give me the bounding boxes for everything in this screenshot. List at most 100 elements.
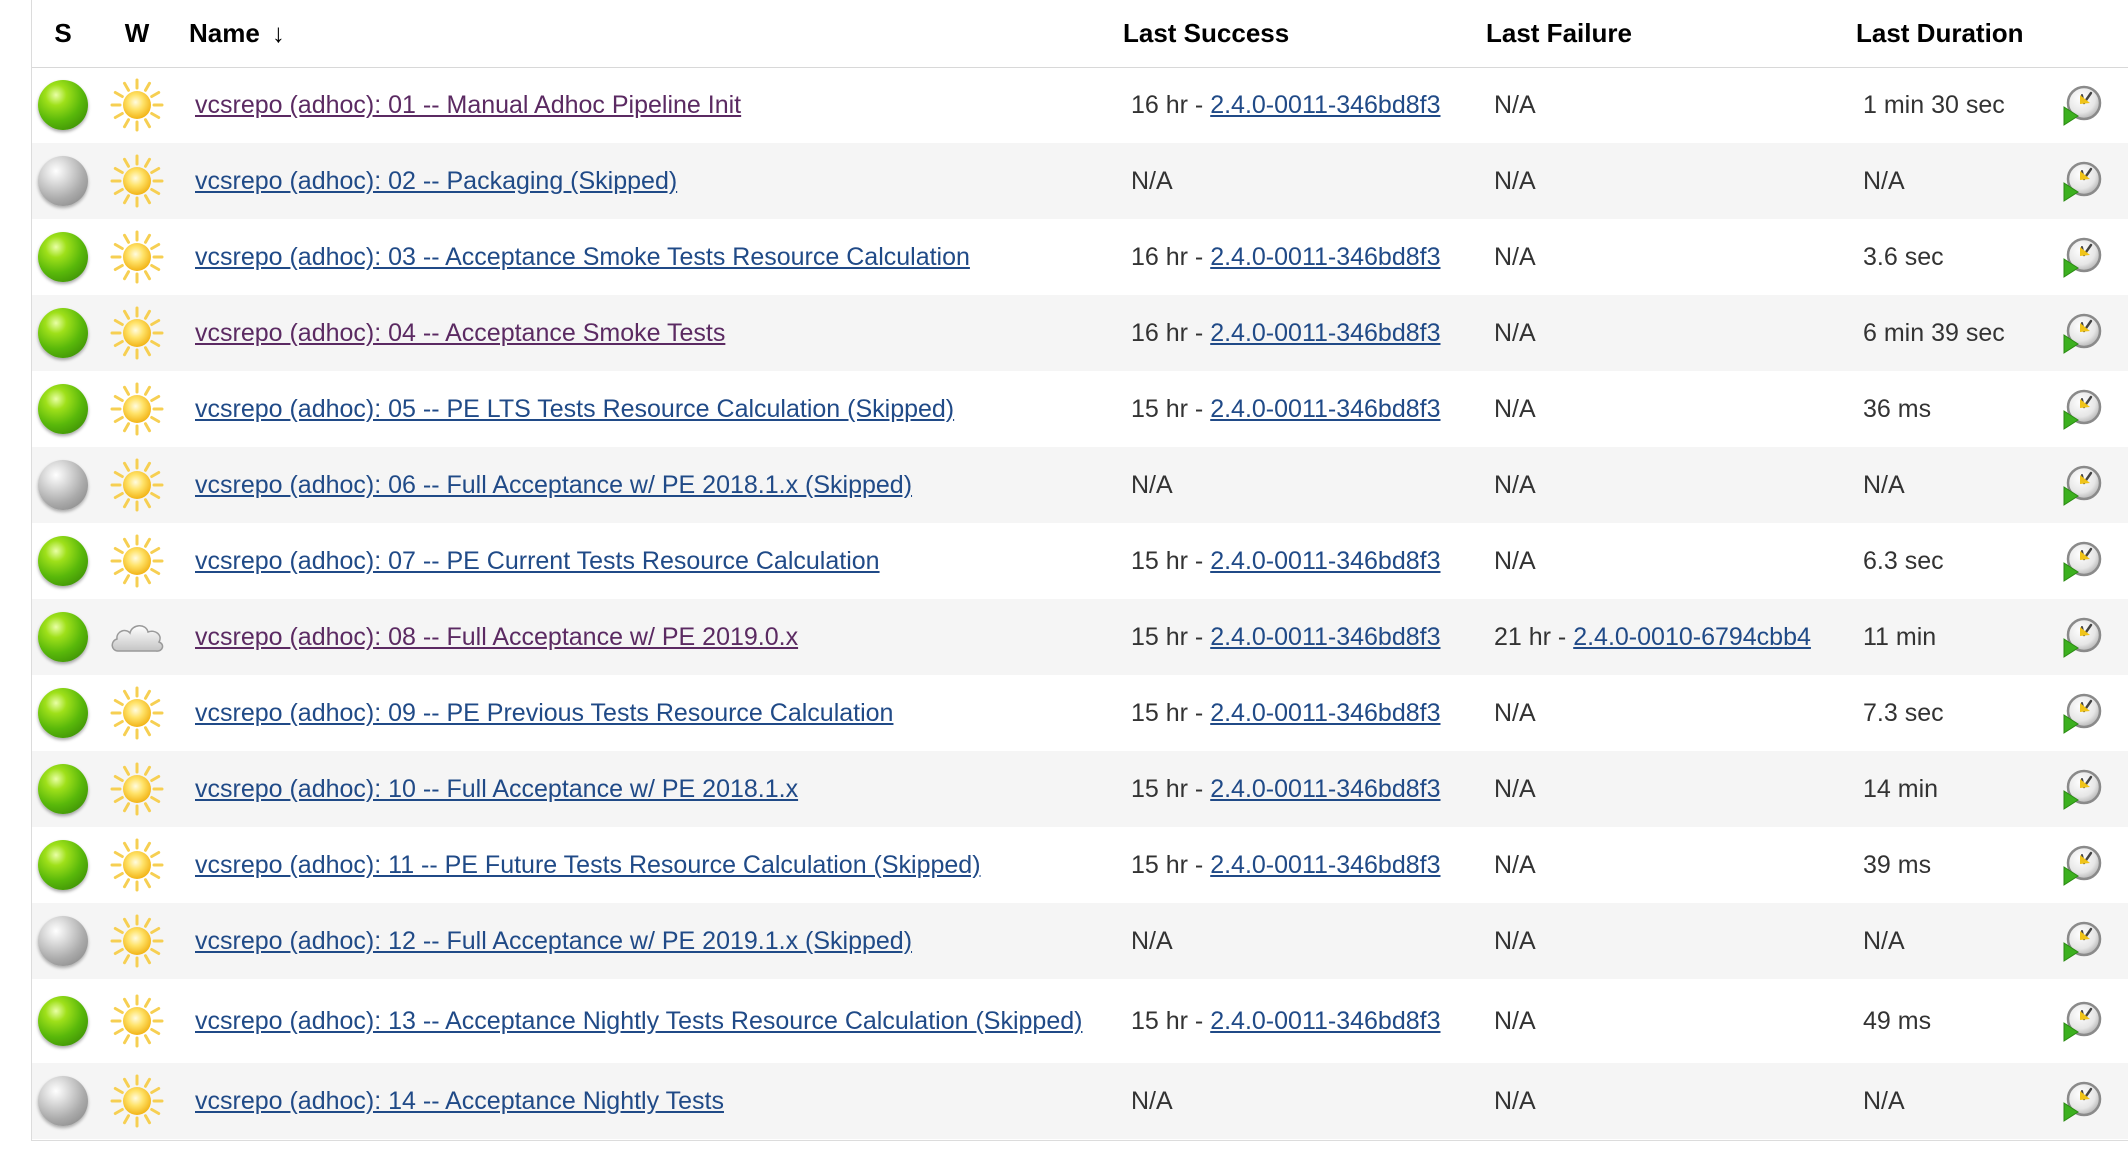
status-cell bbox=[32, 979, 94, 1063]
job-link[interactable]: vcsrepo (adhoc): 04 -- Acceptance Smoke … bbox=[195, 319, 725, 347]
column-header-name[interactable]: Name ↓ bbox=[180, 0, 1123, 68]
status-success-ball-icon[interactable] bbox=[38, 996, 88, 1046]
action-cell bbox=[2034, 371, 2128, 447]
schedule-build-icon[interactable] bbox=[2060, 539, 2104, 583]
schedule-build-icon[interactable] bbox=[2060, 919, 2104, 963]
weather-sunny-icon[interactable] bbox=[110, 762, 164, 816]
schedule-build-icon[interactable] bbox=[2060, 767, 2104, 811]
weather-sunny-icon[interactable] bbox=[110, 1074, 164, 1128]
column-header-last-failure[interactable]: Last Failure bbox=[1477, 0, 1841, 68]
status-cell bbox=[32, 295, 94, 371]
build-link[interactable]: 2.4.0-0011-346bd8f3 bbox=[1210, 395, 1440, 423]
status-not-built-ball-icon[interactable] bbox=[38, 460, 88, 510]
schedule-build-icon[interactable] bbox=[2060, 387, 2104, 431]
weather-sunny-icon[interactable] bbox=[110, 306, 164, 360]
action-cell bbox=[2034, 827, 2128, 903]
status-success-ball-icon[interactable] bbox=[38, 80, 88, 131]
weather-sunny-icon[interactable] bbox=[110, 458, 164, 512]
weather-sunny-icon[interactable] bbox=[110, 914, 164, 968]
job-link[interactable]: vcsrepo (adhoc): 07 -- PE Current Tests … bbox=[195, 547, 880, 575]
weather-sunny-icon[interactable] bbox=[110, 838, 164, 892]
status-not-built-ball-icon[interactable] bbox=[38, 1076, 88, 1126]
job-link[interactable]: vcsrepo (adhoc): 06 -- Full Acceptance w… bbox=[195, 471, 912, 499]
weather-cell bbox=[94, 219, 180, 295]
duration-text: N/A bbox=[1863, 926, 1905, 955]
job-link[interactable]: vcsrepo (adhoc): 11 -- PE Future Tests R… bbox=[195, 851, 981, 879]
schedule-build-icon[interactable] bbox=[2060, 83, 2104, 127]
weather-sunny-icon[interactable] bbox=[110, 154, 164, 208]
status-success-ball-icon[interactable] bbox=[38, 840, 88, 890]
schedule-build-icon[interactable] bbox=[2060, 1079, 2104, 1123]
status-success-ball-icon[interactable] bbox=[38, 764, 88, 814]
column-header-last-duration[interactable]: Last Duration bbox=[1841, 0, 2034, 68]
status-not-built-ball-icon[interactable] bbox=[38, 156, 88, 206]
table-row: vcsrepo (adhoc): 07 -- PE Current Tests … bbox=[32, 523, 2128, 599]
job-name-cell: vcsrepo (adhoc): 03 -- Acceptance Smoke … bbox=[180, 219, 1123, 295]
build-link[interactable]: 2.4.0-0011-346bd8f3 bbox=[1210, 623, 1440, 651]
build-age: 15 hr - bbox=[1131, 546, 1211, 575]
status-success-ball-icon[interactable] bbox=[38, 688, 88, 738]
column-header-status[interactable]: S bbox=[32, 0, 94, 68]
na-text: N/A bbox=[1494, 774, 1536, 803]
build-link[interactable]: 2.4.0-0011-346bd8f3 bbox=[1210, 319, 1440, 347]
job-link[interactable]: vcsrepo (adhoc): 01 -- Manual Adhoc Pipe… bbox=[195, 91, 741, 119]
status-success-ball-icon[interactable] bbox=[38, 232, 88, 282]
weather-sunny-icon[interactable] bbox=[110, 78, 164, 132]
build-link[interactable]: 2.4.0-0010-6794cbb4 bbox=[1573, 623, 1811, 651]
schedule-build-icon[interactable] bbox=[2060, 235, 2104, 279]
last-failure-cell: N/A bbox=[1477, 371, 1841, 447]
status-success-ball-icon[interactable] bbox=[38, 612, 88, 662]
action-cell bbox=[2034, 1063, 2128, 1139]
column-header-last-success[interactable]: Last Success bbox=[1123, 0, 1477, 68]
action-cell bbox=[2034, 979, 2128, 1063]
weather-sunny-icon[interactable] bbox=[110, 382, 164, 436]
schedule-build-icon[interactable] bbox=[2060, 999, 2104, 1043]
status-success-ball-icon[interactable] bbox=[38, 536, 88, 586]
build-link[interactable]: 2.4.0-0011-346bd8f3 bbox=[1210, 243, 1440, 271]
schedule-build-icon[interactable] bbox=[2060, 691, 2104, 735]
job-name-cell: vcsrepo (adhoc): 09 -- PE Previous Tests… bbox=[180, 675, 1123, 751]
duration-text: 49 ms bbox=[1863, 1006, 1932, 1035]
build-link[interactable]: 2.4.0-0011-346bd8f3 bbox=[1210, 699, 1440, 727]
column-header-weather[interactable]: W bbox=[94, 0, 180, 68]
schedule-build-icon[interactable] bbox=[2060, 159, 2104, 203]
job-link[interactable]: vcsrepo (adhoc): 12 -- Full Acceptance w… bbox=[195, 927, 912, 955]
job-link[interactable]: vcsrepo (adhoc): 13 -- Acceptance Nightl… bbox=[195, 1007, 1082, 1035]
status-cell bbox=[32, 219, 94, 295]
schedule-build-icon[interactable] bbox=[2060, 615, 2104, 659]
last-duration-cell: 6.3 sec bbox=[1841, 523, 2034, 599]
status-success-ball-icon[interactable] bbox=[38, 384, 88, 434]
build-link[interactable]: 2.4.0-0011-346bd8f3 bbox=[1210, 851, 1440, 879]
build-link[interactable]: 2.4.0-0011-346bd8f3 bbox=[1210, 1007, 1440, 1035]
job-link[interactable]: vcsrepo (adhoc): 03 -- Acceptance Smoke … bbox=[195, 243, 970, 271]
weather-sunny-icon[interactable] bbox=[110, 686, 164, 740]
weather-sunny-icon[interactable] bbox=[110, 534, 164, 588]
schedule-build-icon[interactable] bbox=[2060, 463, 2104, 507]
last-success-cell: 15 hr - 2.4.0-0011-346bd8f3 bbox=[1123, 827, 1477, 903]
weather-cell bbox=[94, 523, 180, 599]
weather-cloudy-icon[interactable] bbox=[108, 622, 166, 652]
job-link[interactable]: vcsrepo (adhoc): 09 -- PE Previous Tests… bbox=[195, 699, 893, 727]
last-failure-cell: N/A bbox=[1477, 827, 1841, 903]
status-success-ball-icon[interactable] bbox=[38, 308, 88, 358]
job-link[interactable]: vcsrepo (adhoc): 14 -- Acceptance Nightl… bbox=[195, 1087, 724, 1115]
status-cell bbox=[32, 1063, 94, 1139]
build-link[interactable]: 2.4.0-0011-346bd8f3 bbox=[1210, 91, 1440, 119]
last-duration-cell: N/A bbox=[1841, 1063, 2034, 1139]
build-link[interactable]: 2.4.0-0011-346bd8f3 bbox=[1210, 547, 1440, 575]
schedule-build-icon[interactable] bbox=[2060, 843, 2104, 887]
weather-cell bbox=[94, 447, 180, 523]
weather-sunny-icon[interactable] bbox=[110, 994, 164, 1048]
job-link[interactable]: vcsrepo (adhoc): 02 -- Packaging (Skippe… bbox=[195, 167, 677, 195]
weather-sunny-icon[interactable] bbox=[110, 230, 164, 284]
job-name-cell: vcsrepo (adhoc): 02 -- Packaging (Skippe… bbox=[180, 143, 1123, 219]
job-link[interactable]: vcsrepo (adhoc): 05 -- PE LTS Tests Reso… bbox=[195, 395, 954, 423]
status-not-built-ball-icon[interactable] bbox=[38, 916, 88, 966]
status-cell bbox=[32, 903, 94, 979]
job-link[interactable]: vcsrepo (adhoc): 08 -- Full Acceptance w… bbox=[195, 623, 798, 651]
job-link[interactable]: vcsrepo (adhoc): 10 -- Full Acceptance w… bbox=[195, 775, 798, 803]
status-cell bbox=[32, 523, 94, 599]
build-link[interactable]: 2.4.0-0011-346bd8f3 bbox=[1210, 775, 1440, 803]
schedule-build-icon[interactable] bbox=[2060, 311, 2104, 355]
na-text: N/A bbox=[1494, 166, 1536, 195]
